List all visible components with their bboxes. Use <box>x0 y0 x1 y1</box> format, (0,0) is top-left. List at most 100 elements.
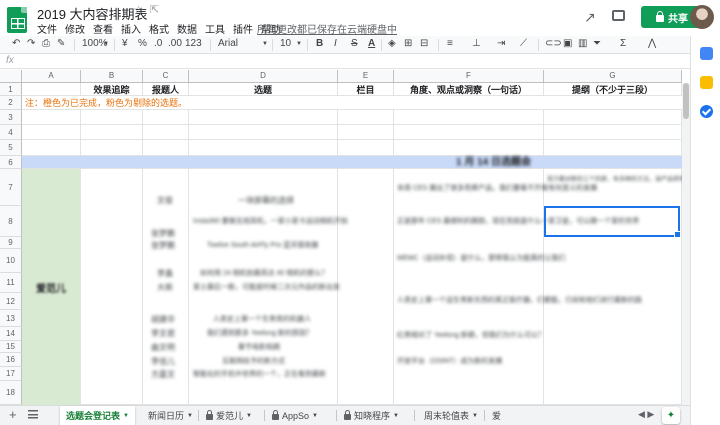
empty-cell[interactable] <box>22 125 81 140</box>
row-header-8[interactable]: 8 <box>0 206 22 237</box>
insert-link-icon[interactable]: ⊂⊃ <box>545 38 562 49</box>
row-header-17[interactable]: 17 <box>0 367 22 381</box>
sheet-tab-ifanr[interactable]: 爱范儿 ▼ <box>206 406 252 425</box>
avatar[interactable] <box>690 5 714 29</box>
trend-icon[interactable]: ↗ <box>584 9 596 26</box>
row-header-6[interactable]: 6 <box>0 156 22 169</box>
header-cell-topic[interactable]: 选题 <box>189 83 338 96</box>
angle-column-cells[interactable] <box>394 169 544 405</box>
selected-cell[interactable] <box>544 206 681 238</box>
font-size-select[interactable]: 10 <box>280 38 291 49</box>
empty-cell[interactable] <box>143 140 189 156</box>
owner-cell[interactable]: 爱范儿 <box>22 169 81 405</box>
strikethrough-button[interactable]: S <box>351 38 358 49</box>
empty-cell[interactable] <box>143 125 189 140</box>
section-column-cells[interactable] <box>338 169 394 405</box>
sheet-tab-weekend-duty[interactable]: 周末轮值表 ▼ <box>424 406 478 425</box>
all-sheets-icon[interactable] <box>28 409 38 419</box>
header-cell-reporter[interactable]: 报题人 <box>143 83 189 96</box>
more-icon[interactable]: ⋀ <box>648 38 656 49</box>
empty-cell[interactable] <box>189 140 338 156</box>
keep-icon[interactable] <box>700 76 713 89</box>
horizontal-align-icon[interactable]: ≡ <box>447 38 453 49</box>
row-header-16[interactable]: 16 <box>0 353 22 367</box>
text-color-button[interactable]: A <box>368 38 375 49</box>
empty-cell[interactable] <box>81 110 143 125</box>
empty-cell[interactable] <box>143 110 189 125</box>
sheet-tab-appso[interactable]: AppSo ▼ <box>272 406 318 425</box>
sheets-logo-icon[interactable] <box>7 7 27 33</box>
sheet-tab-registration[interactable]: 选题会登记表 ▼ <box>60 406 135 425</box>
star-icon[interactable]: ☆ <box>133 3 144 17</box>
insert-comment-icon[interactable]: ▣ <box>563 38 572 49</box>
menu-edit[interactable]: 修改 <box>65 21 85 36</box>
filter-icon[interactable]: ⏷ <box>593 38 601 49</box>
column-header-c[interactable]: C <box>143 70 189 83</box>
outline-column-cells[interactable] <box>544 169 682 405</box>
column-header-f[interactable]: F <box>394 70 544 83</box>
scroll-tabs-icon[interactable]: ◀ ▶ <box>638 409 654 420</box>
tasks-icon[interactable] <box>700 105 713 118</box>
sheet-tab-truncated[interactable]: 爱 <box>492 406 501 425</box>
save-status-link[interactable]: 所有更改都已保存在云端硬盘中 <box>257 21 397 36</box>
menu-data[interactable]: 数据 <box>177 21 197 36</box>
sheet-tab-miniprogram[interactable]: 知晓程序 ▼ <box>344 406 399 425</box>
row-header-7[interactable]: 7 <box>0 169 22 206</box>
row-header-10[interactable]: 10 <box>0 249 22 273</box>
column-header-a[interactable]: A <box>22 70 81 83</box>
fill-color-icon[interactable]: ◈ <box>388 38 396 49</box>
undo-icon[interactable]: ↶ <box>12 38 20 49</box>
row-header-5[interactable]: 5 <box>0 140 22 156</box>
effect-column-cells[interactable] <box>81 169 143 405</box>
empty-cell[interactable] <box>394 125 544 140</box>
percent-format-button[interactable]: % <box>138 38 147 49</box>
empty-cell[interactable] <box>394 110 544 125</box>
header-cell-outline[interactable]: 提纲（不少于三段） <box>544 83 682 96</box>
empty-cell[interactable] <box>22 110 81 125</box>
redo-icon[interactable]: ↷ <box>27 38 35 49</box>
column-header-g[interactable]: G <box>544 70 682 83</box>
functions-button[interactable]: Σ <box>620 38 626 49</box>
week-banner-row[interactable]: 1 月 14 日选题会 <box>22 156 682 169</box>
vertical-scrollbar[interactable] <box>682 83 690 405</box>
insert-chart-icon[interactable]: ▥ <box>578 38 587 49</box>
menu-format[interactable]: 格式 <box>149 21 169 36</box>
text-rotation-icon[interactable]: ⟋ <box>520 38 527 49</box>
select-all-corner[interactable] <box>0 70 22 83</box>
text-wrap-icon[interactable]: ⇥ <box>497 38 505 49</box>
empty-cell[interactable] <box>338 110 394 125</box>
legend-note[interactable]: 注：橙色为已完成，粉色为剔除的选题。 <box>22 96 682 110</box>
header-cell-effect[interactable]: 效果追踪 <box>81 83 143 96</box>
empty-cell[interactable] <box>338 125 394 140</box>
vertical-align-icon[interactable]: ⊥ <box>472 38 481 49</box>
more-formats-button[interactable]: 123 <box>185 38 202 49</box>
row-header-2[interactable]: 2 <box>0 96 22 110</box>
row-header-15[interactable]: 15 <box>0 341 22 353</box>
row-header-4[interactable]: 4 <box>0 125 22 140</box>
row-header-3[interactable]: 3 <box>0 110 22 125</box>
comment-icon[interactable] <box>612 10 625 21</box>
increase-decimal-button[interactable]: .00 <box>168 38 182 49</box>
empty-cell[interactable] <box>544 140 682 156</box>
empty-cell[interactable] <box>544 125 682 140</box>
header-cell-a[interactable] <box>22 83 81 96</box>
column-header-e[interactable]: E <box>338 70 394 83</box>
currency-format-button[interactable]: ¥ <box>122 38 128 49</box>
header-cell-column[interactable]: 栏目 <box>338 83 394 96</box>
scrollbar-thumb[interactable] <box>683 83 689 119</box>
empty-cell[interactable] <box>22 140 81 156</box>
move-folder-icon[interactable]: ⇱ <box>150 3 159 16</box>
empty-cell[interactable] <box>189 110 338 125</box>
print-icon[interactable]: ⎙ <box>42 38 50 49</box>
row-header-9[interactable]: 9 <box>0 237 22 249</box>
row-header-18[interactable]: 18 <box>0 381 22 405</box>
borders-icon[interactable]: ⊞ <box>404 38 412 49</box>
spreadsheet-grid[interactable]: A B C D E F G 1 2 3 4 5 6 7 8 9 10 11 12… <box>0 70 690 405</box>
menu-insert[interactable]: 插入 <box>121 21 141 36</box>
decrease-decimal-button[interactable]: .0 <box>154 38 162 49</box>
menu-addons[interactable]: 插件 <box>233 21 253 36</box>
empty-cell[interactable] <box>189 125 338 140</box>
font-select[interactable]: Arial <box>218 38 238 49</box>
paint-format-icon[interactable]: ✎ <box>57 38 65 49</box>
column-header-b[interactable]: B <box>81 70 143 83</box>
